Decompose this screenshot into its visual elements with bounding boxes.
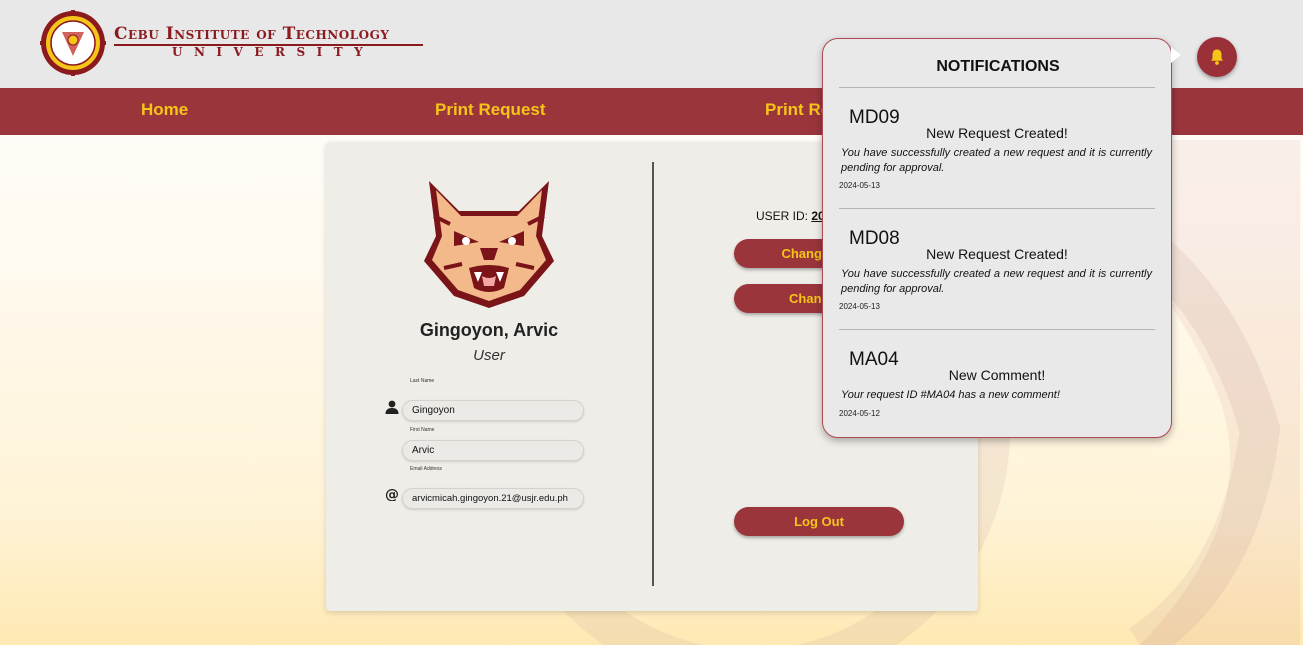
email-field[interactable]: arvicmicah.gingoyon.21@usjr.edu.ph: [402, 488, 584, 509]
nav-home[interactable]: Home: [141, 100, 188, 120]
notification-body: You have successfully created a new requ…: [841, 268, 1152, 295]
at-icon: @: [385, 487, 399, 501]
last-name-field[interactable]: Gingoyon: [402, 400, 584, 421]
user-id-label: USER ID:: [756, 209, 809, 223]
nav-print-request-2[interactable]: Print Re: [765, 100, 830, 120]
email-label: Email Address: [410, 466, 442, 472]
logo-subtitle: UNIVERSITY: [172, 45, 375, 59]
bell-icon: [1211, 49, 1223, 65]
user-icon: [385, 400, 399, 414]
wildcat-mascot-avatar: [424, 181, 554, 308]
card-divider: [652, 162, 654, 586]
notification-item[interactable]: MD08 New Request Created! You have succe…: [839, 228, 1155, 338]
notification-item[interactable]: MD09 New Request Created! You have succe…: [839, 107, 1155, 217]
user-id: USER ID: 20: [756, 209, 825, 223]
profile-name: Gingoyon, Arvic: [419, 320, 559, 340]
notifications-divider: [839, 329, 1155, 330]
logout-button[interactable]: Log Out: [734, 507, 904, 536]
notification-heading: New Request Created!: [926, 125, 1068, 141]
notification-body: You have successfully created a new requ…: [841, 147, 1152, 174]
notifications-divider: [839, 87, 1155, 88]
notification-date: 2024-05-13: [839, 302, 880, 311]
notification-heading: New Request Created!: [926, 246, 1068, 262]
university-seal-logo[interactable]: [40, 10, 106, 76]
notifications-title: NOTIFICATIONS: [936, 58, 1060, 75]
notifications-divider: [839, 208, 1155, 209]
notification-date: 2024-05-13: [839, 181, 880, 190]
notifications-button[interactable]: [1197, 37, 1237, 77]
notification-item[interactable]: MA04 New Comment! Your request ID #MA04 …: [839, 349, 1155, 459]
notification-date: 2024-05-12: [839, 409, 880, 418]
svg-text:@: @: [385, 487, 399, 501]
notification-body: Your request ID #MA04 has a new comment!: [841, 389, 1060, 401]
notification-heading: New Comment!: [948, 367, 1046, 383]
notifications-panel: NOTIFICATIONS MD09 New Request Created! …: [822, 38, 1181, 438]
profile-role: User: [473, 347, 505, 364]
last-name-label: Last Name: [410, 378, 435, 384]
nav-print-request[interactable]: Print Request: [435, 100, 546, 120]
first-name-field[interactable]: Arvic: [402, 440, 584, 461]
logo-title: Cebu Institute of Technology: [114, 24, 390, 44]
first-name-label: First Name: [410, 427, 435, 433]
